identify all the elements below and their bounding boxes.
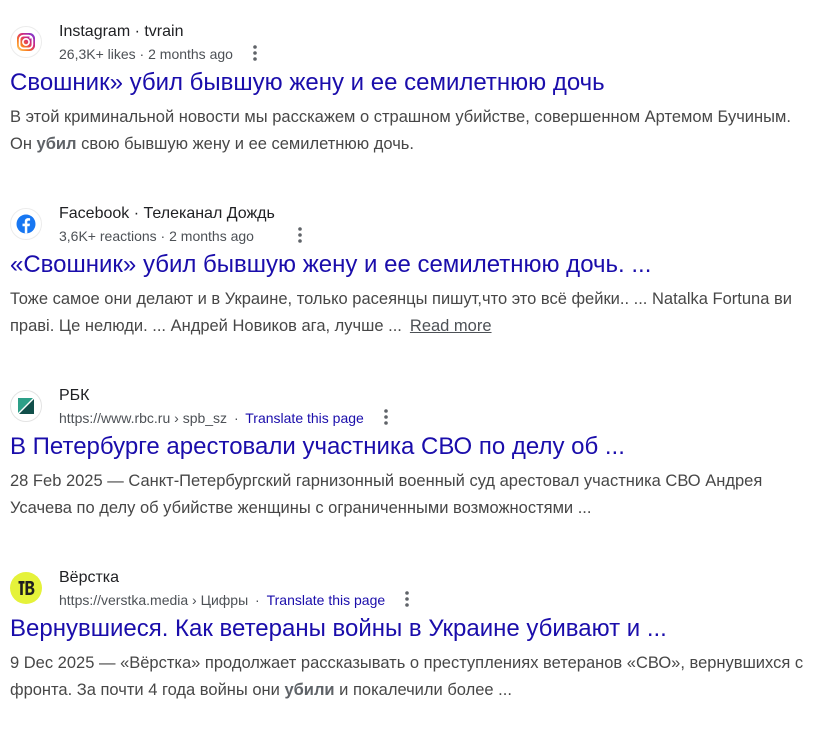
translate-link[interactable]: Translate this page <box>245 410 364 426</box>
site-meta: 26,3K+ likes · 2 months ago <box>59 45 263 64</box>
result-title-link[interactable]: В Петербурге арестовали участника СВО по… <box>10 432 816 462</box>
result-source[interactable]: Вёрстка https://verstka.media › Цифры · … <box>10 566 816 612</box>
more-options-icon[interactable] <box>378 409 394 427</box>
site-name: РБК <box>59 387 90 404</box>
result-snippet: Тоже самое они делают и в Украине, тольк… <box>10 286 816 340</box>
snippet-text: и покалечили более ... <box>334 681 512 699</box>
read-more-link[interactable]: Read more <box>410 317 492 335</box>
snippet-highlight: убил <box>36 135 77 153</box>
snippet-highlight: убили <box>284 681 335 699</box>
result-title-link[interactable]: «Свошник» убил бывшую жену и ее семилетн… <box>10 250 816 280</box>
engagement-meta: 26,3K+ likes · 2 months ago <box>59 46 233 62</box>
snippet-date: 28 Feb 2025 <box>10 472 103 490</box>
search-result: Facebook · Телеканал Дождь 3,6K+ reactio… <box>10 202 816 340</box>
site-meta: https://www.rbc.ru › spb_sz · Translate … <box>59 409 394 428</box>
rbc-icon <box>10 390 42 422</box>
site-name: Вёрстка <box>59 569 120 586</box>
result-source[interactable]: Facebook · Телеканал Дождь 3,6K+ reactio… <box>10 202 816 248</box>
instagram-icon <box>10 26 42 58</box>
snippet-text: свою бывшую жену и ее семилетнюю дочь. <box>76 135 414 153</box>
search-result: Instagram · tvrain 26,3K+ likes · 2 mont… <box>10 20 816 158</box>
site-meta: https://verstka.media › Цифры · Translat… <box>59 591 415 610</box>
result-title-link[interactable]: Вернувшиеся. Как ветераны войны в Украин… <box>10 614 816 644</box>
separator: · <box>255 592 260 608</box>
snippet-text: Тоже самое они делают и в Украине, тольк… <box>10 290 792 335</box>
result-snippet: 9 Dec 2025 — «Вёрстка» продолжает расска… <box>10 650 816 704</box>
facebook-icon <box>10 208 42 240</box>
result-source[interactable]: РБК https://www.rbc.ru › spb_sz · Transl… <box>10 384 816 430</box>
separator: · <box>233 410 239 426</box>
site-meta: 3,6K+ reactions · 2 months ago <box>59 227 308 246</box>
more-options-icon[interactable] <box>399 591 415 609</box>
site-url: https://www.rbc.ru › spb_sz <box>59 410 228 426</box>
site-url: https://verstka.media › Цифры <box>59 592 249 608</box>
translate-link[interactable]: Translate this page <box>267 592 386 608</box>
snippet-date: 9 Dec 2025 <box>10 654 95 672</box>
site-name: Facebook · Телеканал Дождь <box>59 205 275 222</box>
result-title-link[interactable]: Свошник» убил бывшую жену и ее семилетню… <box>10 68 816 98</box>
snippet-text: — Санкт-Петербургский гарнизонный военны… <box>10 472 763 517</box>
result-source[interactable]: Instagram · tvrain 26,3K+ likes · 2 mont… <box>10 20 816 66</box>
verstka-icon <box>10 572 42 604</box>
more-options-icon[interactable] <box>292 227 308 245</box>
search-result: РБК https://www.rbc.ru › spb_sz · Transl… <box>10 384 816 522</box>
engagement-meta: 3,6K+ reactions · 2 months ago <box>59 228 254 244</box>
result-snippet: 28 Feb 2025 — Санкт-Петербургский гарниз… <box>10 468 816 522</box>
more-options-icon[interactable] <box>247 45 263 63</box>
result-snippet: В этой криминальной новости мы расскажем… <box>10 104 816 158</box>
search-result: Вёрстка https://verstka.media › Цифры · … <box>10 566 816 704</box>
site-name: Instagram · tvrain <box>59 23 184 40</box>
